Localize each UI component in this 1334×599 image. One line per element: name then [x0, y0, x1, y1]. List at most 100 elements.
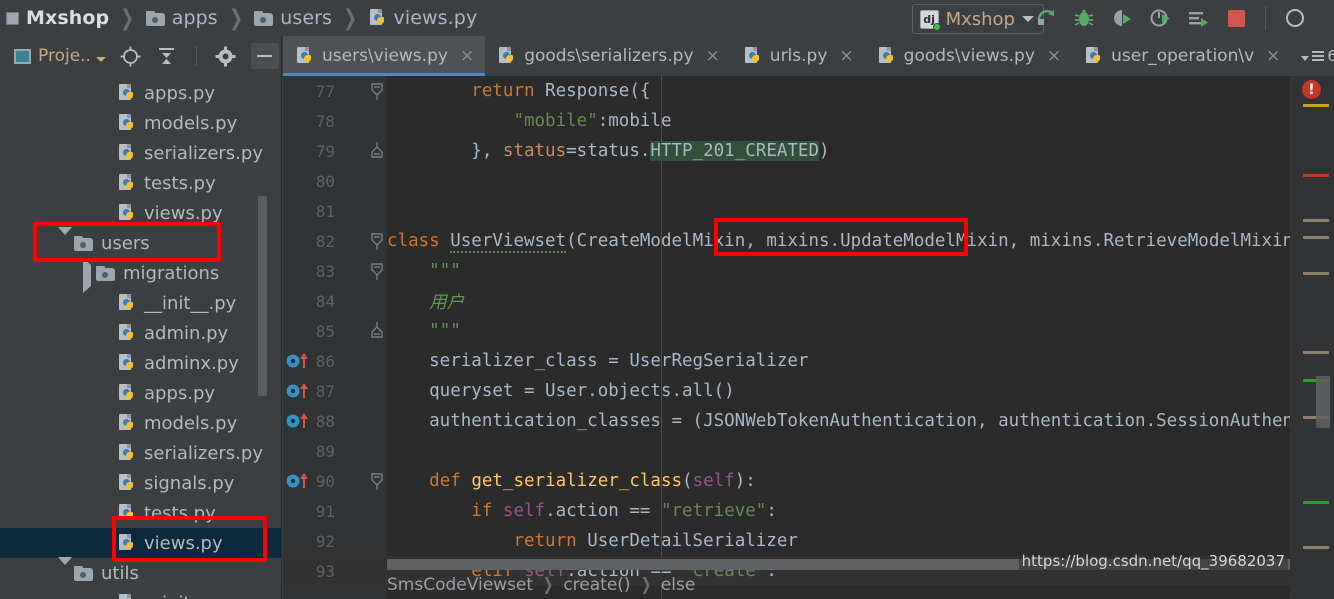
editor-vertical-scrollbar[interactable]: [1316, 376, 1330, 428]
close-icon[interactable]: ×: [839, 46, 853, 66]
line-number[interactable]: 78: [283, 112, 335, 131]
stop-icon[interactable]: [1223, 5, 1249, 31]
profile-icon[interactable]: [1147, 5, 1173, 31]
code-line[interactable]: 80: [283, 166, 1334, 196]
run-manage-task-icon[interactable]: [1185, 5, 1211, 31]
code-line[interactable]: 78 "mobile":mobile: [283, 106, 1334, 136]
editor-tab[interactable]: user_operation\v ×: [1072, 36, 1291, 76]
stripe-mark-change[interactable]: [1303, 219, 1329, 222]
run-icon[interactable]: [1033, 5, 1059, 31]
breadcrumb-item-users[interactable]: users: [254, 7, 332, 29]
code-line[interactable]: 77 return Response({: [283, 76, 1334, 106]
code-fold-icon[interactable]: [369, 472, 385, 490]
code-fold-icon[interactable]: [369, 232, 385, 250]
collapse-all-icon[interactable]: [156, 45, 178, 67]
stripe-mark-error[interactable]: [1303, 174, 1329, 177]
tree-item[interactable]: serializers.py: [0, 438, 281, 468]
close-icon[interactable]: ×: [460, 46, 474, 66]
code-line[interactable]: 84 用户: [283, 286, 1334, 316]
code-line[interactable]: 81: [283, 196, 1334, 226]
breadcrumb-item-apps[interactable]: apps: [145, 7, 218, 29]
debug-icon[interactable]: [1071, 5, 1097, 31]
code-fold-icon[interactable]: [369, 262, 385, 280]
breadcrumb-block[interactable]: else: [661, 575, 696, 595]
run-with-coverage-icon[interactable]: [1109, 5, 1135, 31]
editor-tab[interactable]: goods\views.py ×: [865, 36, 1072, 76]
tree-item[interactable]: migrations: [0, 258, 281, 293]
editor-tab[interactable]: goods\serializers.py ×: [485, 36, 731, 76]
stripe-mark-change[interactable]: [1303, 351, 1329, 354]
error-count-badge[interactable]: !: [1302, 80, 1321, 99]
search-everywhere-icon[interactable]: [1282, 5, 1308, 31]
tree-item[interactable]: apps.py: [0, 378, 281, 408]
tree-item[interactable]: users: [0, 227, 281, 258]
chevron-down-icon[interactable]: [58, 227, 74, 256]
overridden-member-icon[interactable]: [285, 472, 317, 490]
breadcrumb-item-project[interactable]: Mxshop: [6, 7, 109, 29]
tree-item[interactable]: __init__.py: [0, 588, 281, 599]
tree-item[interactable]: apps.py: [0, 78, 281, 108]
minimize-icon[interactable]: [250, 43, 279, 69]
line-number[interactable]: 79: [283, 142, 335, 161]
line-number[interactable]: 84: [283, 292, 335, 311]
sidebar-scrollbar[interactable]: [258, 196, 267, 396]
line-number[interactable]: 80: [283, 172, 335, 191]
code-fold-icon[interactable]: [369, 82, 385, 100]
stripe-mark-change[interactable]: [1303, 272, 1329, 275]
code-line[interactable]: 87 queryset = User.objects.all(): [283, 376, 1334, 406]
tree-item[interactable]: signals.py: [0, 468, 281, 498]
tree-item-selected[interactable]: views.py: [0, 528, 281, 558]
error-stripe-panel[interactable]: !: [1290, 76, 1334, 599]
breadcrumb-method[interactable]: create(): [563, 575, 630, 595]
settings-gear-icon[interactable]: [215, 45, 237, 67]
code-line[interactable]: 90 def get_serializer_class(self):: [283, 466, 1334, 496]
project-view-selector[interactable]: Proje..: [14, 46, 106, 66]
project-file-tree[interactable]: apps.py models.py serializers.py tests.py vi…: [0, 76, 281, 599]
locate-icon[interactable]: [120, 45, 142, 67]
stripe-mark-change[interactable]: [1303, 546, 1329, 549]
code-line[interactable]: 88 authentication_classes = (JSONWebToke…: [283, 406, 1334, 436]
overridden-member-icon[interactable]: [285, 352, 317, 370]
tree-item[interactable]: serializers.py: [0, 138, 281, 168]
editor-tab-active[interactable]: users\views.py ×: [283, 36, 486, 76]
run-configuration-selector[interactable]: dj Mxshop: [911, 4, 1044, 34]
code-line[interactable]: 83 """: [283, 256, 1334, 286]
line-number[interactable]: 81: [283, 202, 335, 221]
line-number[interactable]: 82: [283, 232, 335, 251]
tree-item[interactable]: models.py: [0, 408, 281, 438]
code-line[interactable]: 82 class UserViewset(CreateModelMixin, mi…: [283, 226, 1334, 256]
code-fold-icon[interactable]: [369, 142, 385, 160]
line-number[interactable]: 83: [283, 262, 335, 281]
code-line[interactable]: 89: [283, 436, 1334, 466]
code-line[interactable]: 91 if self.action == "retrieve":: [283, 496, 1334, 526]
overridden-member-icon[interactable]: [285, 412, 317, 430]
line-number[interactable]: 93: [283, 562, 335, 581]
line-number[interactable]: 92: [283, 532, 335, 551]
chevron-right-icon[interactable]: [80, 258, 96, 293]
close-icon[interactable]: ×: [706, 46, 720, 66]
stripe-mark-warning[interactable]: [1303, 104, 1329, 107]
tree-item[interactable]: tests.py: [0, 498, 281, 528]
tree-item[interactable]: tests.py: [0, 168, 281, 198]
close-icon[interactable]: ×: [1047, 46, 1061, 66]
line-number[interactable]: 89: [283, 442, 335, 461]
tree-item[interactable]: __init__.py: [0, 288, 281, 318]
stripe-mark-change[interactable]: [1303, 236, 1329, 239]
tree-item[interactable]: adminx.py: [0, 348, 281, 378]
code-line[interactable]: 86 serializer_class = UserRegSerializer: [283, 346, 1334, 376]
code-line[interactable]: 85 """: [283, 316, 1334, 346]
overridden-member-icon[interactable]: [285, 382, 317, 400]
stripe-mark-added[interactable]: [1303, 501, 1329, 504]
code-editor[interactable]: 77 return Response({78 "mobile":mobile 79…: [283, 76, 1334, 599]
code-line[interactable]: 79 }, status=status.HTTP_201_CREATED): [283, 136, 1334, 166]
breadcrumb-item-file[interactable]: views.py: [369, 7, 478, 29]
line-number[interactable]: 91: [283, 502, 335, 521]
tree-item[interactable]: utils: [0, 557, 281, 588]
tab-overflow-indicator[interactable]: 6: [1293, 36, 1334, 76]
tree-item[interactable]: views.py: [0, 198, 281, 228]
tree-item[interactable]: models.py: [0, 108, 281, 138]
line-number[interactable]: 85: [283, 322, 335, 341]
line-number[interactable]: 77: [283, 82, 335, 101]
breadcrumb-class[interactable]: SmsCodeViewset: [387, 575, 533, 595]
chevron-down-icon[interactable]: [58, 557, 74, 586]
